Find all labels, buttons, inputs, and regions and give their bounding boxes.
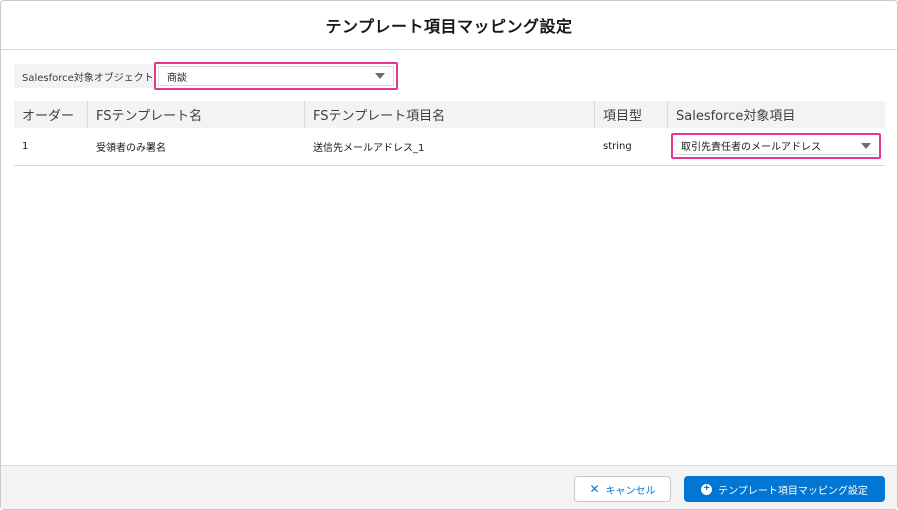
object-select-highlight: 商談 xyxy=(154,62,398,90)
sf-field-select[interactable]: 取引先責任者のメールアドレス xyxy=(675,137,877,155)
mapping-table: オーダー FSテンプレート名 FSテンプレート項目名 項目型 Salesforc… xyxy=(14,101,885,166)
modal-footer: ✕ キャンセル + テンプレート項目マッピング設定 xyxy=(1,465,897,509)
header-sf-field: Salesforce対象項目 xyxy=(676,109,796,124)
chevron-down-icon xyxy=(375,73,385,79)
header-template-name: FSテンプレート名 xyxy=(88,101,305,128)
object-selector-label: Salesforce対象オブジェクト xyxy=(14,64,160,88)
close-icon: ✕ xyxy=(589,482,600,496)
chevron-down-icon xyxy=(861,142,871,149)
cell-order: 1 xyxy=(22,141,29,152)
cancel-button[interactable]: ✕ キャンセル xyxy=(574,476,671,502)
sf-field-select-value: 取引先責任者のメールアドレス xyxy=(681,142,821,153)
modal-title: テンプレート項目マッピング設定 xyxy=(325,17,573,36)
table-header: オーダー FSテンプレート名 FSテンプレート項目名 項目型 Salesforc… xyxy=(14,101,885,128)
cell-template-field: 送信先メールアドレス_1 xyxy=(313,143,425,154)
header-template-field: FSテンプレート項目名 xyxy=(305,101,595,128)
cancel-button-label: キャンセル xyxy=(605,485,656,497)
modal-header: テンプレート項目マッピング設定 xyxy=(1,1,897,50)
mapping-modal: テンプレート項目マッピング設定 Salesforce対象オブジェクト 商談 オー… xyxy=(0,0,898,510)
save-mapping-button[interactable]: + テンプレート項目マッピング設定 xyxy=(684,476,885,502)
add-circle-icon: + xyxy=(701,483,713,495)
header-field-type: 項目型 xyxy=(595,101,668,128)
object-select[interactable]: 商談 xyxy=(158,66,394,86)
cell-template-name: 受領者のみ署名 xyxy=(96,143,166,154)
cell-sf-field: 取引先責任者のメールアドレス xyxy=(668,128,885,165)
sf-field-select-highlight: 取引先責任者のメールアドレス xyxy=(671,133,881,159)
table-row: 1 受領者のみ署名 送信先メールアドレス_1 string 取引先責任者のメール… xyxy=(14,128,885,166)
object-select-value: 商談 xyxy=(167,72,187,84)
header-order: オーダー xyxy=(14,101,88,128)
save-button-label: テンプレート項目マッピング設定 xyxy=(718,485,868,497)
cell-field-type: string xyxy=(603,141,632,152)
object-selector-row: Salesforce対象オブジェクト xyxy=(14,64,160,88)
